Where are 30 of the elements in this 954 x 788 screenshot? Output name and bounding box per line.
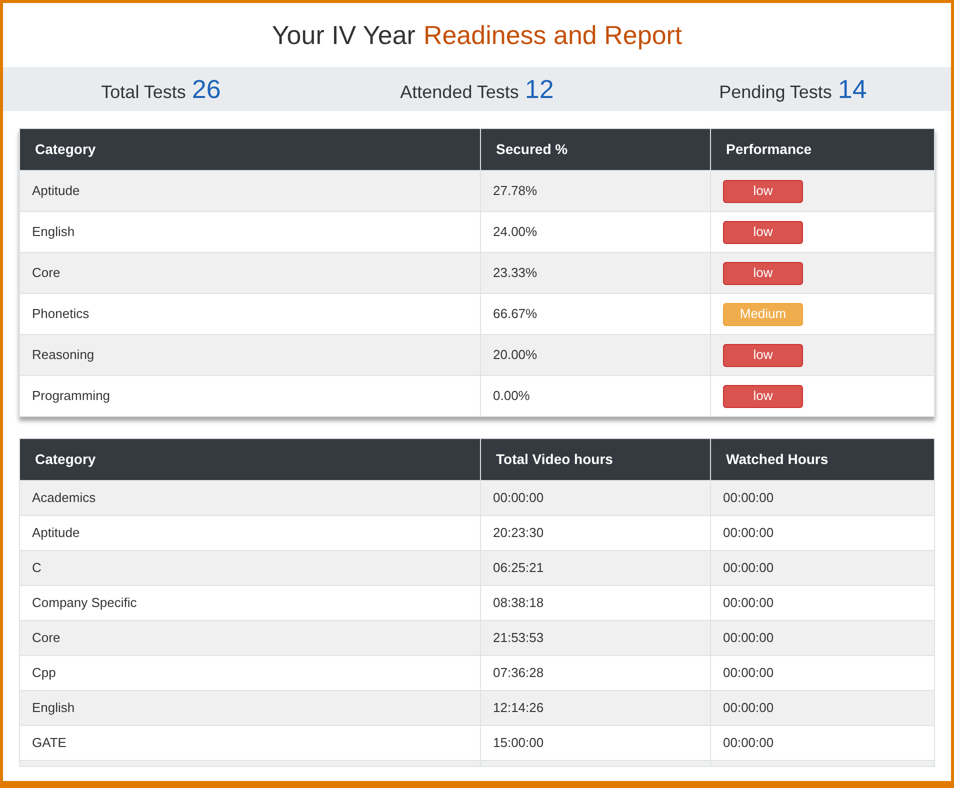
table-cell-text: English: [31, 699, 76, 718]
stat-value: 12: [524, 72, 554, 106]
performance-badge: Medium: [723, 302, 803, 326]
performance-badge: low: [723, 384, 803, 408]
table-cell-text: Aptitude: [31, 182, 81, 200]
stat-label: Attended Tests: [400, 80, 519, 104]
table-cell-text: Academics: [31, 489, 97, 508]
stat-value: 26: [192, 72, 221, 106]
performance-badge: low: [723, 180, 803, 202]
stat-label: Pending Tests: [719, 80, 832, 104]
table-cell-text: Core: [31, 264, 62, 282]
column-header: Category: [34, 450, 97, 469]
table-cell-text: Cpp: [31, 664, 57, 682]
table-cell-text: GATE: [31, 734, 68, 752]
table-cell-text: Core: [31, 629, 62, 648]
performance-badge: low: [723, 220, 803, 244]
performance-badge: low: [723, 344, 803, 366]
page-title: Your IV Year Readiness and Report: [270, 18, 684, 52]
table-cell-text: English: [31, 223, 76, 242]
column-header: Category: [34, 140, 97, 159]
table-cell-text: Company Specific: [31, 594, 138, 612]
stat-value: 14: [838, 72, 867, 106]
table-cell-text: Aptitude: [31, 524, 81, 542]
table-cell-text: Programming: [31, 387, 112, 406]
table-cell-text: Phonetics: [31, 305, 90, 324]
performance-badge: low: [723, 262, 803, 284]
table-cell-text: C: [31, 559, 42, 578]
table-cell: 0.00%: [480, 376, 710, 416]
stat-label: Total Tests: [101, 80, 186, 104]
table-cell-text: Reasoning: [31, 346, 96, 364]
